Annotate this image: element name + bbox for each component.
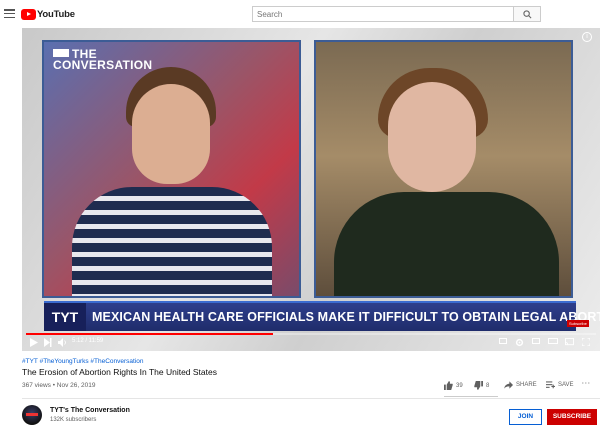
more-actions-icon[interactable]: ···: [582, 381, 591, 387]
the-conversation-logo: THE CONVERSATION: [53, 47, 153, 72]
search-icon: [523, 10, 532, 19]
menu-icon[interactable]: [4, 9, 15, 19]
subscribe-button[interactable]: SUBSCRIBE: [547, 409, 597, 425]
like-count: 39: [456, 382, 463, 389]
volume-icon[interactable]: [58, 338, 67, 347]
thumbs-up-icon: [444, 381, 453, 390]
subtitles-icon[interactable]: [499, 338, 507, 344]
video-hashtags[interactable]: #TYT #TheYoungTurks #TheConversation: [22, 358, 144, 365]
masthead: YouTube: [0, 0, 600, 28]
next-icon[interactable]: [44, 338, 52, 347]
save-label: SAVE: [558, 382, 574, 388]
youtube-logo-text: YouTube: [37, 8, 75, 20]
dislike-count: 8: [486, 382, 490, 389]
divider: [22, 398, 600, 399]
subscriber-count: 132K subscribers: [50, 417, 97, 423]
search-input[interactable]: [252, 6, 513, 22]
player-controls: 5:12 / 11:59: [22, 335, 600, 351]
like-button[interactable]: 39: [444, 381, 463, 390]
like-dislike-ratio-bar: [444, 396, 498, 397]
video-player[interactable]: THE CONVERSATION i TYT MEXICAN HEALTH CA…: [22, 28, 600, 351]
info-icon[interactable]: i: [582, 32, 592, 42]
fullscreen-icon[interactable]: [582, 338, 590, 346]
channel-avatar[interactable]: [22, 405, 42, 425]
guest-face: [388, 82, 476, 192]
headline-chyron: MEXICAN HEALTH CARE OFFICIALS MAKE IT DI…: [92, 310, 600, 324]
share-icon: [504, 381, 513, 389]
time-display: 5:12 / 11:59: [72, 338, 104, 344]
host-sweater: [72, 187, 272, 296]
video-title: The Erosion of Abortion Rights In The Un…: [22, 367, 217, 377]
save-playlist-icon: [546, 381, 555, 389]
save-button[interactable]: SAVE: [546, 381, 574, 389]
play-icon[interactable]: [30, 338, 38, 347]
lower-third-banner: TYT MEXICAN HEALTH CARE OFFICIALS MAKE I…: [44, 301, 600, 331]
video-views-date: 367 views • Nov 26, 2019: [22, 382, 96, 389]
settings-icon[interactable]: [515, 338, 524, 347]
dislike-button[interactable]: 8: [474, 381, 489, 390]
host-face: [132, 84, 210, 184]
thumbs-down-icon: [474, 381, 483, 390]
youtube-logo[interactable]: YouTube: [21, 8, 75, 20]
theater-mode-icon[interactable]: [548, 338, 558, 344]
share-label: SHARE: [516, 382, 537, 388]
share-button[interactable]: SHARE: [504, 381, 537, 389]
channel-name[interactable]: TYT's The Conversation: [50, 407, 130, 414]
join-button[interactable]: JOIN: [509, 409, 542, 425]
video-panel-guest: [314, 40, 573, 298]
miniplayer-icon[interactable]: [532, 338, 540, 344]
guest-jacket: [334, 192, 559, 296]
cast-icon[interactable]: [565, 338, 574, 346]
youtube-play-icon: [21, 8, 36, 20]
video-panel-host: THE CONVERSATION: [42, 40, 301, 298]
tyt-badge: TYT: [44, 303, 86, 331]
subscribe-watermark[interactable]: Subscribe: [567, 320, 589, 327]
search-button[interactable]: [513, 6, 541, 22]
